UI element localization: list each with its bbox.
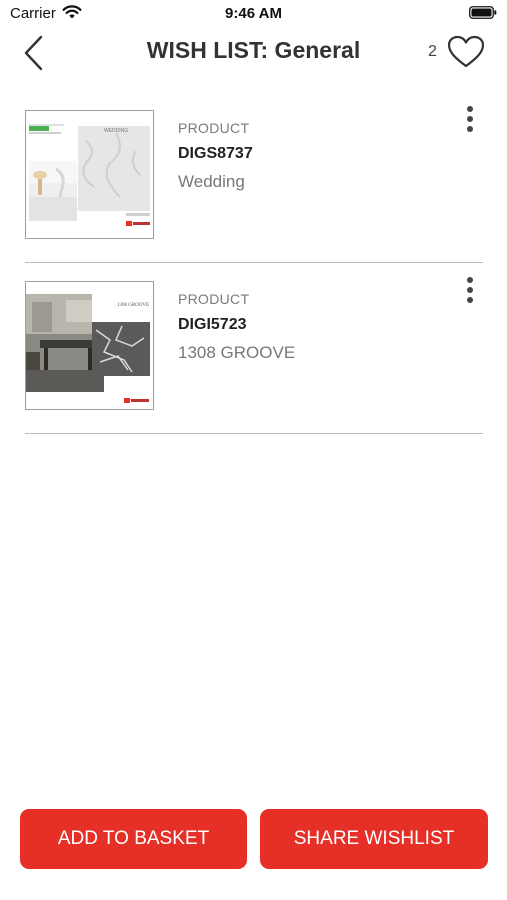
product-code: DIGI5723: [178, 316, 247, 333]
more-vertical-icon-dot: [467, 297, 473, 303]
nav-header: WISH LIST: General 2: [0, 28, 507, 76]
more-vertical-icon-dot: [467, 126, 473, 132]
product-image: [26, 111, 153, 238]
wishlist-items: WEDDING TILESTREAM PRODUCT DIGS8737 Wedd…: [25, 92, 483, 434]
status-bar: Carrier 9:46 AM: [0, 0, 507, 28]
wishlist-count: 2: [428, 43, 437, 60]
product-info: PRODUCT DIGI5723 1308 GROOVE: [178, 291, 438, 363]
battery-icon: [469, 6, 497, 19]
thumb-caption: 1308 GROOVE: [117, 303, 150, 308]
more-vertical-icon: [467, 277, 473, 283]
add-to-basket-button[interactable]: ADD TO BASKET: [20, 809, 247, 869]
heart-icon: [447, 35, 485, 68]
product-name: Wedding: [178, 172, 245, 191]
list-item[interactable]: 1308 GROOVE TILESTREAM PRODUCT DIGI5723 …: [25, 263, 483, 434]
status-time: 9:46 AM: [225, 5, 282, 22]
product-name: 1308 GROOVE: [178, 343, 296, 362]
product-image: [26, 282, 153, 409]
more-vertical-icon-dot: [467, 116, 473, 122]
share-wishlist-button[interactable]: SHARE WISHLIST: [260, 809, 488, 869]
more-options-button[interactable]: [463, 277, 477, 305]
product-thumbnail[interactable]: WEDDING TILESTREAM: [25, 110, 154, 239]
product-info: PRODUCT DIGS8737 Wedding: [178, 120, 438, 192]
product-type: PRODUCT: [178, 291, 250, 307]
more-vertical-icon: [467, 106, 473, 112]
wishlist-button[interactable]: [447, 35, 485, 69]
thumb-brand: TILESTREAM: [131, 221, 150, 225]
product-code: DIGS8737: [178, 145, 253, 162]
more-options-button[interactable]: [463, 106, 477, 134]
thumb-brand: TILESTREAM: [129, 398, 148, 402]
thumb-caption: WEDDING: [104, 128, 129, 134]
product-thumbnail[interactable]: 1308 GROOVE TILESTREAM: [25, 281, 154, 410]
product-type: PRODUCT: [178, 120, 250, 136]
more-vertical-icon-dot: [467, 287, 473, 293]
list-item[interactable]: WEDDING TILESTREAM PRODUCT DIGS8737 Wedd…: [25, 92, 483, 263]
